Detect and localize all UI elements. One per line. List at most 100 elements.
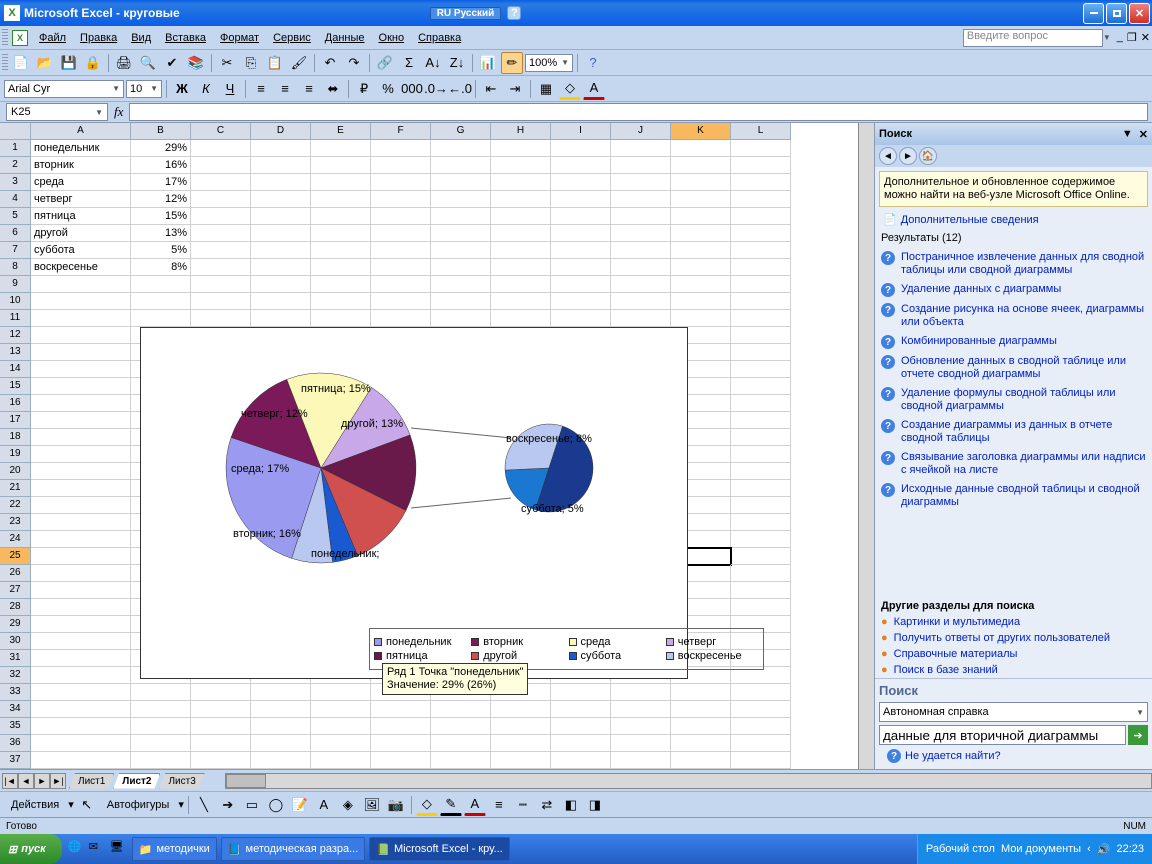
legend-item[interactable]: вторник [469, 635, 566, 649]
cell[interactable] [191, 259, 251, 276]
menu-help[interactable]: Справка [411, 30, 468, 46]
cell[interactable] [731, 752, 791, 769]
cell[interactable] [731, 395, 791, 412]
cell[interactable] [431, 276, 491, 293]
minimize-button[interactable] [1083, 3, 1104, 24]
row-header[interactable]: 23 [0, 514, 31, 531]
quicklaunch-button[interactable]: ✉ [89, 840, 107, 858]
cell[interactable] [431, 701, 491, 718]
cell[interactable] [191, 701, 251, 718]
row-header[interactable]: 25 [0, 548, 31, 565]
format-painter-button[interactable]: 🖌 [288, 52, 310, 74]
cell[interactable] [251, 208, 311, 225]
excel-icon[interactable]: X [12, 30, 28, 46]
cell[interactable] [671, 310, 731, 327]
cell[interactable] [491, 174, 551, 191]
cell[interactable] [611, 174, 671, 191]
cell[interactable] [671, 718, 731, 735]
cell[interactable] [491, 242, 551, 259]
cell[interactable] [191, 310, 251, 327]
bold-button[interactable]: Ж [171, 78, 193, 100]
cell[interactable] [371, 174, 431, 191]
legend-item[interactable]: пятница [372, 649, 469, 663]
cell[interactable] [491, 140, 551, 157]
search-scope-select[interactable]: Автономная справка▼ [879, 702, 1148, 722]
cell[interactable] [371, 718, 431, 735]
cell[interactable] [731, 157, 791, 174]
cell[interactable] [251, 157, 311, 174]
nav-home-button[interactable]: 🏠 [919, 147, 937, 165]
cell[interactable] [491, 208, 551, 225]
cell[interactable] [31, 480, 131, 497]
tray-icon[interactable]: 🔊 [1097, 843, 1111, 856]
cell[interactable] [731, 565, 791, 582]
cell[interactable] [251, 735, 311, 752]
cell[interactable] [611, 293, 671, 310]
search-result[interactable]: ?Обновление данных в сводной таблице или… [879, 352, 1148, 384]
quicklaunch-button[interactable]: 🌐 [68, 840, 86, 858]
cell[interactable] [491, 701, 551, 718]
cell[interactable] [731, 225, 791, 242]
cell[interactable] [31, 378, 131, 395]
cell[interactable]: четверг [31, 191, 131, 208]
cell[interactable] [31, 599, 131, 616]
font-combo[interactable]: Arial Cyr▼ [4, 80, 124, 98]
underline-button[interactable]: Ч [219, 78, 241, 100]
row-header[interactable]: 28 [0, 599, 31, 616]
row-header[interactable]: 7 [0, 242, 31, 259]
cell[interactable]: 16% [131, 157, 191, 174]
cell[interactable] [31, 412, 131, 429]
cell[interactable] [371, 191, 431, 208]
cell[interactable] [191, 208, 251, 225]
cell[interactable] [311, 259, 371, 276]
cell[interactable] [251, 225, 311, 242]
cell[interactable] [191, 684, 251, 701]
tray-clock[interactable]: 22:23 [1116, 843, 1144, 855]
cell[interactable] [191, 752, 251, 769]
cell[interactable] [431, 191, 491, 208]
row-header[interactable]: 19 [0, 446, 31, 463]
cell[interactable] [251, 752, 311, 769]
taskbar-item[interactable]: 📘 методическая разра... [221, 837, 365, 861]
cell[interactable] [31, 633, 131, 650]
cell[interactable] [431, 735, 491, 752]
cell[interactable] [671, 242, 731, 259]
row-header[interactable]: 18 [0, 429, 31, 446]
cell[interactable]: 13% [131, 225, 191, 242]
line-style-button[interactable]: ≡ [488, 794, 510, 816]
cell[interactable] [671, 208, 731, 225]
cell[interactable] [311, 293, 371, 310]
cell[interactable] [31, 429, 131, 446]
cell[interactable] [371, 225, 431, 242]
oval-button[interactable]: ◯ [265, 794, 287, 816]
tab-next-button[interactable]: ► [34, 773, 50, 789]
cell[interactable] [491, 293, 551, 310]
cell[interactable] [551, 718, 611, 735]
drawing-actions-menu[interactable]: Действия [4, 797, 66, 813]
cell[interactable] [731, 582, 791, 599]
tab-first-button[interactable]: |◄ [2, 773, 18, 789]
cell[interactable] [491, 259, 551, 276]
cell[interactable] [731, 293, 791, 310]
select-objects-button[interactable]: ↖ [76, 794, 98, 816]
font-color-button[interactable]: A [583, 78, 605, 100]
textbox-button[interactable]: 📝 [289, 794, 311, 816]
menu-file[interactable]: Файл [32, 30, 73, 46]
research-button[interactable]: 📚 [185, 52, 207, 74]
cell[interactable] [251, 174, 311, 191]
cell[interactable] [611, 242, 671, 259]
cell[interactable] [191, 242, 251, 259]
autosum-button[interactable]: Σ [398, 52, 420, 74]
currency-button[interactable]: ₽ [353, 78, 375, 100]
cell[interactable] [311, 157, 371, 174]
cell[interactable] [31, 395, 131, 412]
row-header[interactable]: 35 [0, 718, 31, 735]
row-header[interactable]: 15 [0, 378, 31, 395]
print-button[interactable]: 🖨 [113, 52, 135, 74]
cell[interactable] [371, 293, 431, 310]
cell[interactable]: другой [31, 225, 131, 242]
cell[interactable] [31, 718, 131, 735]
cell[interactable] [491, 735, 551, 752]
cell[interactable] [731, 599, 791, 616]
cell[interactable] [491, 225, 551, 242]
